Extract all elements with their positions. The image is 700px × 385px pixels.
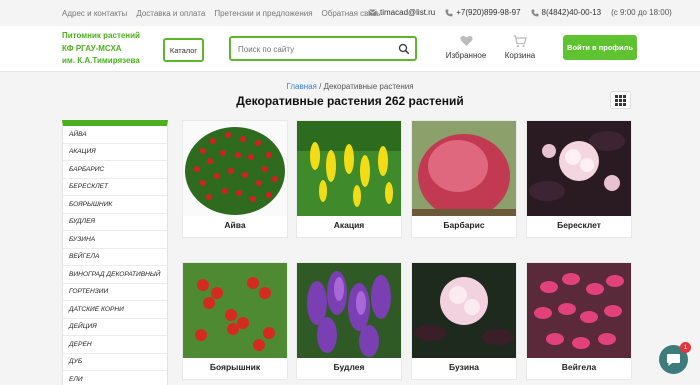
product-image-budleya xyxy=(297,263,401,358)
search-box xyxy=(229,36,417,61)
product-card[interactable]: Вейгела xyxy=(526,262,632,380)
product-card[interactable]: Акация xyxy=(296,120,402,238)
top-nav-link-claims[interactable]: Претензии и предложения xyxy=(214,9,312,18)
breadcrumb-separator: / xyxy=(316,82,324,91)
grid-icon xyxy=(615,94,626,106)
product-name[interactable]: Бузина xyxy=(412,362,516,372)
product-card[interactable]: Бузина xyxy=(411,262,517,380)
email-text: timacad@list.ru xyxy=(380,8,436,17)
contacts: timacad@list.ru +7(920)899-98-97 8(4842)… xyxy=(368,8,672,17)
search-icon[interactable] xyxy=(398,43,410,55)
product-card[interactable]: Айва xyxy=(182,120,288,238)
product-name[interactable]: Бересклет xyxy=(527,220,631,230)
product-image-akatsiya xyxy=(297,121,401,216)
top-nav-link-delivery[interactable]: Доставка и оплата xyxy=(136,9,205,18)
phone1-text: +7(920)899-98-97 xyxy=(456,8,521,17)
sidebar-item[interactable]: БУДЛЕЯ xyxy=(63,214,167,231)
chat-bubble-icon xyxy=(667,353,680,366)
breadcrumb-current: Декоративные растения xyxy=(323,82,414,91)
product-card[interactable]: Бересклет xyxy=(526,120,632,238)
logo-line-1: Питомник растений xyxy=(62,31,140,40)
logo-line-3: им. К.А.Тимирязева xyxy=(62,56,140,65)
phone-icon xyxy=(531,9,539,16)
product-name[interactable]: Боярышник xyxy=(183,362,287,372)
product-image-buzina xyxy=(412,263,516,358)
phone-contact-office[interactable]: 8(4842)40-00-13 xyxy=(531,8,602,17)
breadcrumb: Главная / Декоративные растения xyxy=(0,82,700,91)
product-card[interactable]: Будлея xyxy=(296,262,402,380)
working-hours: (с 9:00 до 18:00) xyxy=(611,8,672,17)
sidebar-item[interactable]: АЙВА xyxy=(63,126,167,144)
product-name[interactable]: Вейгела xyxy=(527,362,631,372)
sidebar-item[interactable]: ВЕЙГЕЛА xyxy=(63,249,167,266)
top-nav-link-contacts[interactable]: Адрес и контакты xyxy=(62,9,127,18)
chat-notification-badge: 1 xyxy=(680,342,691,353)
product-name[interactable]: Барбарис xyxy=(412,220,516,230)
product-image-boyaryshnik xyxy=(183,263,287,358)
sidebar-item[interactable]: ГОРТЕНЗИИ xyxy=(63,284,167,301)
phone-icon xyxy=(445,9,453,16)
top-nav: Адрес и контакты Доставка и оплата Прете… xyxy=(62,9,380,18)
sidebar-item[interactable]: БЕРЕСКЛЕТ xyxy=(63,179,167,196)
top-bar: Адрес и контакты Доставка и оплата Прете… xyxy=(0,0,700,26)
product-image-barbaris xyxy=(412,121,516,216)
sidebar-item[interactable]: ДЕЙЦИЯ xyxy=(63,319,167,336)
site-logo[interactable]: Питомник растений КФ РГАУ-МСХА им. К.А.Т… xyxy=(62,30,152,68)
header: Питомник растений КФ РГАУ-МСХА им. К.А.Т… xyxy=(0,26,700,72)
sidebar-item[interactable]: БОЯРЫШНИК xyxy=(63,196,167,214)
page-title: Декоративные растения 262 растений xyxy=(236,94,464,108)
product-card[interactable]: Боярышник xyxy=(182,262,288,380)
sidebar-item[interactable]: ЕЛИ xyxy=(63,371,167,385)
chat-widget-button[interactable]: 1 xyxy=(659,342,691,374)
sidebar-item[interactable]: ДУБ xyxy=(63,354,167,371)
product-image-veygela xyxy=(527,263,631,358)
product-name[interactable]: Айва xyxy=(183,220,287,230)
product-card[interactable]: Барбарис xyxy=(411,120,517,238)
category-sidebar: АЙВА АКАЦИЯ БАРБАРИС БЕРЕСКЛЕТ БОЯРЫШНИК… xyxy=(62,120,168,385)
sidebar-item[interactable]: ВИНОГРАД ДЕКОРАТИВНЫЙ xyxy=(63,266,167,284)
catalog-button[interactable]: Каталог xyxy=(163,38,204,62)
sidebar-item[interactable]: БАРБАРИС xyxy=(63,161,167,179)
breadcrumb-home-link[interactable]: Главная xyxy=(286,82,316,91)
product-image-bereskleta xyxy=(527,121,631,216)
search-input[interactable] xyxy=(238,42,388,56)
heart-icon xyxy=(459,35,473,46)
sidebar-item[interactable]: ДАТСКИЕ КОРНИ xyxy=(63,301,167,319)
sidebar-item[interactable]: АКАЦИЯ xyxy=(63,144,167,161)
phone-contact-mobile[interactable]: +7(920)899-98-97 xyxy=(445,8,521,17)
sidebar-item[interactable]: БУЗИНА xyxy=(63,231,167,249)
phone2-text: 8(4842)40-00-13 xyxy=(541,8,602,17)
product-name[interactable]: Акация xyxy=(297,220,401,230)
cart-label: Корзина xyxy=(504,51,536,60)
grid-view-toggle[interactable] xyxy=(610,91,631,109)
favorites-label: Избранное xyxy=(445,51,487,60)
cart-icon xyxy=(513,35,527,48)
login-button[interactable]: Войти в профиль xyxy=(563,35,637,60)
envelope-icon xyxy=(368,9,377,16)
email-contact[interactable]: timacad@list.ru xyxy=(368,8,435,17)
sidebar-item[interactable]: ДЕРЕН xyxy=(63,336,167,354)
logo-line-2: КФ РГАУ-МСХА xyxy=(62,43,122,53)
favorites-button[interactable]: Избранное xyxy=(440,35,492,60)
product-name[interactable]: Будлея xyxy=(297,362,401,372)
product-image-ayva xyxy=(183,121,287,216)
cart-button[interactable]: Корзина xyxy=(500,35,540,60)
